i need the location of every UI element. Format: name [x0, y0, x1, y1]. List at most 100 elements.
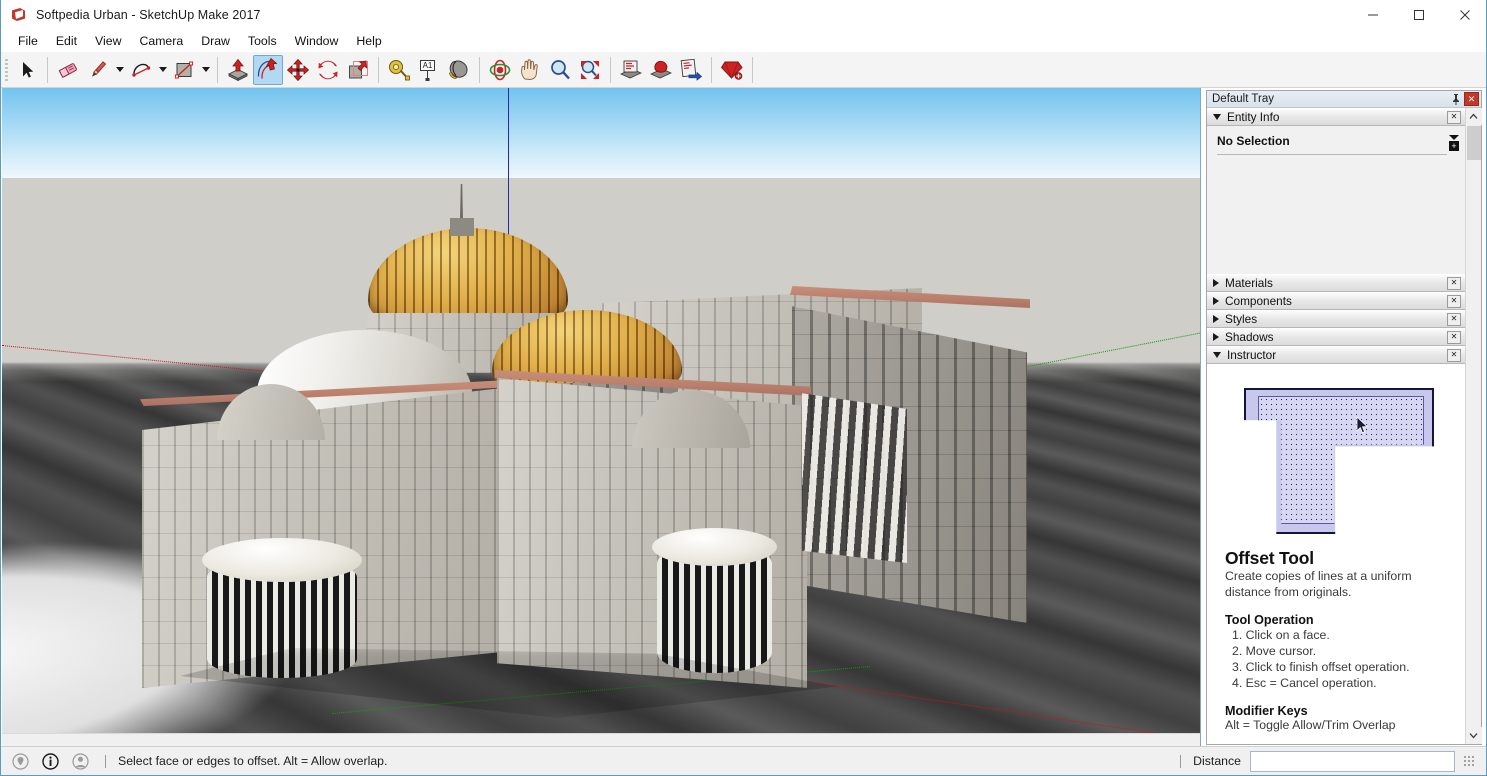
panel-close-icon[interactable]: ✕	[1447, 312, 1461, 326]
account-icon[interactable]	[69, 750, 91, 772]
tape-measure-tool[interactable]	[384, 55, 414, 85]
tray-close-icon[interactable]: ✕	[1464, 92, 1479, 106]
resize-grip-icon[interactable]	[1463, 754, 1476, 768]
scale-tool[interactable]	[343, 55, 373, 85]
extension-warehouse-button[interactable]	[717, 55, 747, 85]
toolbar-separator	[752, 56, 753, 83]
instructor-step: 4. Esc = Cancel operation.	[1232, 676, 1377, 690]
menu-file[interactable]: File	[9, 32, 47, 50]
chevron-down-icon[interactable]	[1465, 727, 1482, 744]
model-colonnade	[802, 393, 907, 563]
tray-vertical-scrollbar[interactable]	[1465, 108, 1482, 744]
rectangle-tool[interactable]	[169, 55, 199, 85]
get-models-button[interactable]	[616, 55, 646, 85]
panel-label-entity-info: Entity Info	[1227, 110, 1280, 124]
toolbar-separator	[217, 56, 218, 83]
panel-header-materials[interactable]: Materials ✕	[1207, 274, 1465, 292]
maximize-icon[interactable]	[1396, 0, 1442, 30]
info-icon[interactable]	[39, 750, 61, 772]
menu-edit[interactable]: Edit	[47, 32, 86, 50]
measurement-area: Distance	[1180, 750, 1486, 772]
rectangle-tool-dropdown-icon[interactable]	[199, 55, 212, 85]
window-title: Softpedia Urban - SketchUp Make 2017	[36, 8, 261, 22]
text-tool[interactable]: A1	[414, 55, 444, 85]
chevron-right-icon	[1213, 297, 1219, 305]
panel-close-icon[interactable]: ✕	[1447, 110, 1461, 124]
svg-text:A1: A1	[423, 61, 433, 70]
panel-close-icon[interactable]: ✕	[1447, 294, 1461, 308]
toolbar-separator	[378, 56, 379, 83]
instructor-body: Offset Tool Create copies of lines at a …	[1207, 364, 1465, 744]
instructor-description: Create copies of lines at a uniform dist…	[1225, 569, 1412, 599]
arrow-cursor-icon	[1356, 416, 1369, 440]
sketchup-logo-icon	[11, 7, 27, 23]
rotate-tool[interactable]	[313, 55, 343, 85]
toolbar-separator	[711, 56, 712, 83]
arc-tool[interactable]	[126, 55, 156, 85]
geo-location-icon[interactable]	[9, 750, 31, 772]
panel-header-instructor[interactable]: Instructor ✕	[1207, 346, 1465, 364]
3d-model-viewport[interactable]	[2, 88, 1201, 747]
toolbar-drag-handle[interactable]	[3, 56, 10, 83]
menu-window[interactable]: Window	[286, 32, 348, 50]
chevron-down-icon	[1213, 352, 1221, 358]
instructor-steps: 1. Click on a face. 2. Move cursor. 3. C…	[1225, 627, 1447, 691]
select-tool[interactable]	[12, 55, 42, 85]
instructor-step: 1. Click on a face.	[1232, 628, 1330, 642]
toolbar-separator	[479, 56, 480, 83]
instructor-step: 3. Click to finish offset operation.	[1232, 660, 1410, 674]
share-model-button[interactable]	[646, 55, 676, 85]
pushpull-tool[interactable]	[223, 55, 253, 85]
toolbar-separator	[610, 56, 611, 83]
menu-tools[interactable]: Tools	[239, 32, 286, 50]
tray-body: Entity Info ✕ No Selection + Materials ✕…	[1207, 108, 1482, 744]
menu-help[interactable]: Help	[347, 32, 390, 50]
instructor-step: 2. Move cursor.	[1232, 644, 1317, 658]
panel-header-styles[interactable]: Styles ✕	[1207, 310, 1465, 328]
model-right-rotunda-roof	[652, 528, 777, 566]
pan-tool[interactable]	[515, 55, 545, 85]
menu-camera[interactable]: Camera	[130, 32, 192, 50]
entity-info-divider	[1217, 154, 1447, 155]
entity-selection-status: No Selection	[1217, 134, 1290, 148]
status-message: Select face or edges to offset. Alt = Al…	[118, 754, 388, 768]
viewport-horizontal-scrollbar[interactable]	[2, 733, 1200, 746]
offset-tool[interactable]	[253, 54, 283, 85]
title-bar: Softpedia Urban - SketchUp Make 2017	[1, 0, 1486, 30]
offset-tool-illustration	[1238, 382, 1434, 534]
zoom-extents-tool[interactable]	[575, 55, 605, 85]
eraser-tool[interactable]	[53, 55, 83, 85]
panel-close-icon[interactable]: ✕	[1447, 348, 1461, 362]
entity-info-body: No Selection +	[1207, 126, 1465, 274]
chevron-up-icon[interactable]	[1465, 108, 1482, 125]
menu-view[interactable]: View	[86, 32, 130, 50]
minimize-icon[interactable]	[1350, 0, 1396, 30]
orbit-tool[interactable]	[485, 55, 515, 85]
layout-button[interactable]	[676, 55, 706, 85]
panel-close-icon[interactable]: ✕	[1447, 276, 1461, 290]
close-icon[interactable]	[1442, 0, 1486, 30]
pin-icon[interactable]	[1448, 92, 1464, 107]
sky-background	[2, 88, 1200, 178]
paint-bucket-tool[interactable]	[444, 55, 474, 85]
move-tool[interactable]	[283, 55, 313, 85]
panel-header-entity-info[interactable]: Entity Info ✕	[1207, 108, 1465, 126]
model-left-rotunda-roof	[202, 538, 362, 582]
panel-header-shadows[interactable]: Shadows ✕	[1207, 328, 1465, 346]
menu-draw[interactable]: Draw	[192, 32, 239, 50]
measurement-input[interactable]	[1250, 750, 1455, 772]
window-controls	[1350, 0, 1486, 30]
line-tool-dropdown-icon[interactable]	[113, 55, 126, 85]
arc-tool-dropdown-icon[interactable]	[156, 55, 169, 85]
panel-close-icon[interactable]: ✕	[1447, 330, 1461, 344]
panel-header-components[interactable]: Components ✕	[1207, 292, 1465, 310]
expand-collapse-icon[interactable]: +	[1447, 133, 1461, 153]
default-tray: Default Tray ✕ Entity Info ✕ No Selectio…	[1206, 90, 1482, 745]
line-tool[interactable]	[83, 55, 113, 85]
chevron-down-icon	[1213, 114, 1221, 120]
zoom-tool[interactable]	[545, 55, 575, 85]
instructor-tool-operation-heading: Tool Operation	[1225, 613, 1314, 627]
status-divider	[105, 754, 106, 768]
measurement-label: Distance	[1193, 754, 1241, 768]
scrollbar-thumb[interactable]	[1466, 126, 1481, 160]
